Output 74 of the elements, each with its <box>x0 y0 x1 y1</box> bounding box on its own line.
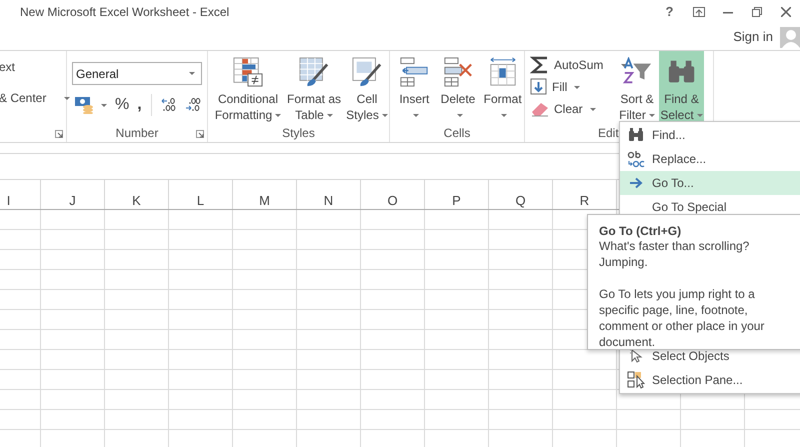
sign-in-link[interactable]: Sign in <box>733 27 773 47</box>
caret-icon <box>64 96 70 100</box>
column-header: N <box>297 180 361 209</box>
fill-button[interactable]: Fill <box>528 76 615 98</box>
caret-icon <box>621 64 628 66</box>
caret-icon <box>648 114 655 118</box>
eraser-icon <box>530 101 550 117</box>
clear-button[interactable]: Clear <box>528 98 615 120</box>
autosum-button[interactable]: AutoSum <box>528 54 615 76</box>
menu-item[interactable]: Go To Special <box>620 195 800 219</box>
dialog-launcher-icon <box>55 130 63 138</box>
accounting-format-button[interactable] <box>72 94 109 116</box>
increase-decimal-icon <box>184 97 201 113</box>
menu-item[interactable]: Replace... <box>620 147 800 171</box>
replace-icon <box>627 150 645 168</box>
column-header: I <box>0 180 41 209</box>
column-header: O <box>361 180 425 209</box>
cell-styles-icon <box>351 57 383 87</box>
selection-pane-icon <box>627 371 645 389</box>
close-icon <box>780 7 790 17</box>
menu-item[interactable]: Selection Pane... <box>620 368 800 392</box>
percent-style-button[interactable]: % <box>113 94 132 116</box>
column-header: Q <box>489 180 553 209</box>
column-header: M <box>233 180 297 209</box>
group-label: Cells <box>444 125 470 141</box>
ribbon-display-icon <box>692 7 704 17</box>
cell-styles-button[interactable]: Cell Styles <box>345 51 389 123</box>
avatar-icon <box>780 26 800 48</box>
caret-icon <box>574 86 580 88</box>
insert-cells-icon <box>398 57 430 87</box>
caret-icon <box>412 114 419 118</box>
caret-icon <box>189 72 195 75</box>
fill-down-icon <box>530 78 548 96</box>
sigma-icon <box>530 55 550 75</box>
caret-icon <box>101 104 107 106</box>
group-label: Edit <box>598 125 619 141</box>
column-header: K <box>105 180 169 209</box>
caret-icon <box>275 114 282 118</box>
caret-icon <box>382 114 388 118</box>
dialog-launcher-icon <box>196 130 204 138</box>
tooltip-text: Go To lets you jump right to a specific page, line, footnote, comment or other place in your document. <box>599 286 766 350</box>
insert-button[interactable]: Insert <box>394 51 435 123</box>
caret-icon <box>501 114 508 118</box>
delete-button[interactable]: Delete <box>436 51 480 123</box>
column-header: P <box>425 180 489 209</box>
delete-cells-icon <box>442 57 474 87</box>
comma-style-button[interactable]: , <box>135 94 144 116</box>
column-header: R <box>553 180 617 209</box>
conditional-formatting-button[interactable]: Conditional Formatting <box>213 51 283 123</box>
currency-icon <box>74 96 94 114</box>
decrease-decimal-icon <box>160 97 177 113</box>
group-label: Number <box>116 125 158 141</box>
window-title: New Microsoft Excel Worksheet - Excel <box>19 4 230 21</box>
tooltip-title: Go To (Ctrl+G) <box>599 224 682 238</box>
caret-icon <box>590 108 596 110</box>
menu-item[interactable]: Go To... <box>620 171 800 195</box>
restore-icon <box>752 7 762 17</box>
menu-item[interactable]: Find... <box>620 123 800 147</box>
column-header: J <box>41 180 105 209</box>
help-button[interactable]: ? <box>655 0 684 24</box>
conditional-formatting-icon <box>232 57 264 87</box>
arrow-icon <box>629 177 643 189</box>
caret-icon <box>696 114 703 118</box>
tooltip-text: What's faster than scrolling? Jumping. <box>599 238 750 270</box>
caret-icon <box>326 114 333 118</box>
binoculars-icon <box>628 128 644 142</box>
column-header: L <box>169 180 233 209</box>
format-as-table-icon <box>298 57 330 87</box>
find-select-button[interactable]: Find & Select <box>659 51 704 123</box>
format-button[interactable]: Format <box>481 51 524 123</box>
group-label: Styles <box>282 125 315 141</box>
caret-icon <box>456 114 463 118</box>
format-as-table-button[interactable]: Format as Table <box>285 51 343 123</box>
number-format-dropdown[interactable]: General <box>72 62 202 85</box>
